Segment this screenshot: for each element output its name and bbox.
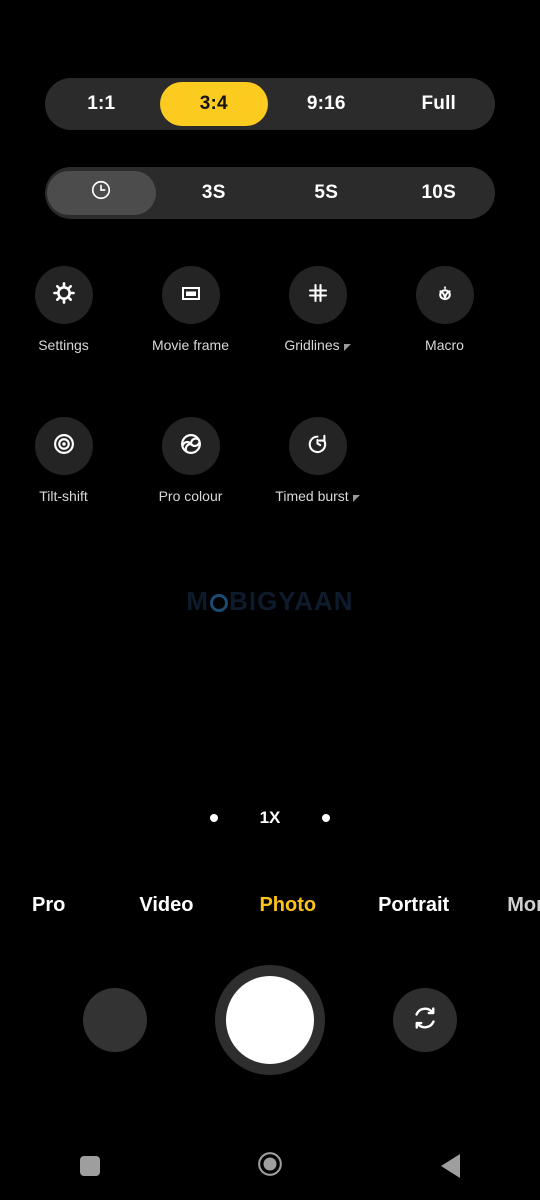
mode-more[interactable]: More: [507, 894, 540, 917]
feature-movie-frame[interactable]: Movie frame: [127, 266, 254, 353]
aspect-option-full[interactable]: Full: [385, 82, 494, 126]
gridlines-icon-circle: [289, 266, 347, 324]
shutter-button-inner: [226, 976, 314, 1064]
aspect-option-1-1[interactable]: 1:1: [47, 82, 156, 126]
gear-icon: [51, 280, 77, 311]
feature-settings-label-wrap: Settings: [38, 337, 89, 353]
timer-option-10s[interactable]: 10S: [385, 171, 494, 215]
feature-pro-colour-label-wrap: Pro colour: [159, 488, 223, 504]
timed-burst-icon: [305, 431, 330, 461]
zoom-dot-right[interactable]: [322, 814, 330, 822]
aspect-option-9-16[interactable]: 9:16: [272, 82, 381, 126]
gridlines-expand-triangle-icon[interactable]: [344, 344, 351, 351]
movie-frame-icon-circle: [162, 266, 220, 324]
gridlines-icon: [306, 281, 330, 310]
nav-home-button[interactable]: [230, 1142, 310, 1190]
zoom-level-label[interactable]: 1X: [260, 808, 281, 828]
capture-controls: [0, 963, 540, 1077]
feature-macro-label-wrap: Macro: [425, 337, 464, 353]
watermark-o-ring-icon: [210, 594, 228, 612]
movie-frame-icon: [179, 281, 203, 310]
tilt-shift-icon-circle: [35, 417, 93, 475]
feature-tilt-shift-label: Tilt-shift: [39, 488, 87, 504]
feature-tilt-shift-label-wrap: Tilt-shift: [39, 488, 87, 504]
macro-flower-icon: [432, 280, 458, 311]
watermark-text-before: M: [186, 586, 209, 616]
camera-mode-selector: Pro Video Photo Portrait More: [0, 888, 540, 922]
feature-gridlines-label-wrap: Gridlines: [284, 337, 350, 353]
timer-option-5s[interactable]: 5S: [272, 171, 381, 215]
gallery-thumbnail[interactable]: [83, 988, 147, 1052]
zoom-dot-left[interactable]: [210, 814, 218, 822]
flip-camera-button[interactable]: [393, 988, 457, 1052]
recents-square-icon: [80, 1156, 100, 1176]
mode-photo[interactable]: Photo: [259, 894, 316, 917]
feature-macro-label: Macro: [425, 337, 464, 353]
zoom-control: 1X: [0, 808, 540, 828]
feature-movie-frame-label: Movie frame: [152, 337, 229, 353]
feature-movie-frame-label-wrap: Movie frame: [152, 337, 229, 353]
aspect-ratio-selector: 1:1 3:4 9:16 Full: [45, 78, 495, 130]
feature-macro[interactable]: Macro: [381, 266, 508, 353]
macro-icon-circle: [416, 266, 474, 324]
watermark-text-after: BIGYAAN: [229, 586, 354, 616]
timed-burst-expand-triangle-icon[interactable]: [353, 495, 360, 502]
feature-settings-label: Settings: [38, 337, 89, 353]
clock-icon: [90, 179, 112, 207]
feature-empty-slot: [381, 417, 508, 504]
timed-burst-icon-circle: [289, 417, 347, 475]
mode-video[interactable]: Video: [139, 894, 193, 917]
feature-pro-colour-label: Pro colour: [159, 488, 223, 504]
feature-pro-colour[interactable]: Pro colour: [127, 417, 254, 504]
mode-portrait[interactable]: Portrait: [378, 894, 449, 917]
aspect-option-3-4[interactable]: 3:4: [160, 82, 269, 126]
feature-gridlines[interactable]: Gridlines: [254, 266, 381, 353]
pro-colour-icon-circle: [162, 417, 220, 475]
feature-row-primary: Settings Movie frame Gridlines: [0, 266, 540, 353]
timer-option-3s[interactable]: 3S: [160, 171, 269, 215]
home-circle-icon: [257, 1151, 283, 1182]
nav-back-button[interactable]: [410, 1142, 490, 1190]
feature-tilt-shift[interactable]: Tilt-shift: [0, 417, 127, 504]
feature-timed-burst[interactable]: Timed burst: [254, 417, 381, 504]
feature-row-secondary: Tilt-shift Pro colour: [0, 417, 540, 504]
feature-timed-burst-label: Timed burst: [275, 488, 348, 504]
flip-camera-icon: [410, 1003, 440, 1038]
timer-option-off[interactable]: [47, 171, 156, 215]
mobigyaan-watermark: M BIGYAAN: [0, 586, 540, 617]
pro-colour-icon: [178, 431, 204, 462]
android-navigation-bar: [0, 1132, 540, 1200]
tilt-shift-icon: [51, 431, 77, 462]
feature-gridlines-label: Gridlines: [284, 337, 339, 353]
back-triangle-icon: [441, 1154, 460, 1178]
feature-timed-burst-label-wrap: Timed burst: [275, 488, 359, 504]
settings-icon-circle: [35, 266, 93, 324]
shutter-button[interactable]: [215, 965, 325, 1075]
nav-recents-button[interactable]: [50, 1142, 130, 1190]
mode-pro[interactable]: Pro: [32, 894, 65, 917]
feature-settings[interactable]: Settings: [0, 266, 127, 353]
timer-selector: 3S 5S 10S: [45, 167, 495, 219]
